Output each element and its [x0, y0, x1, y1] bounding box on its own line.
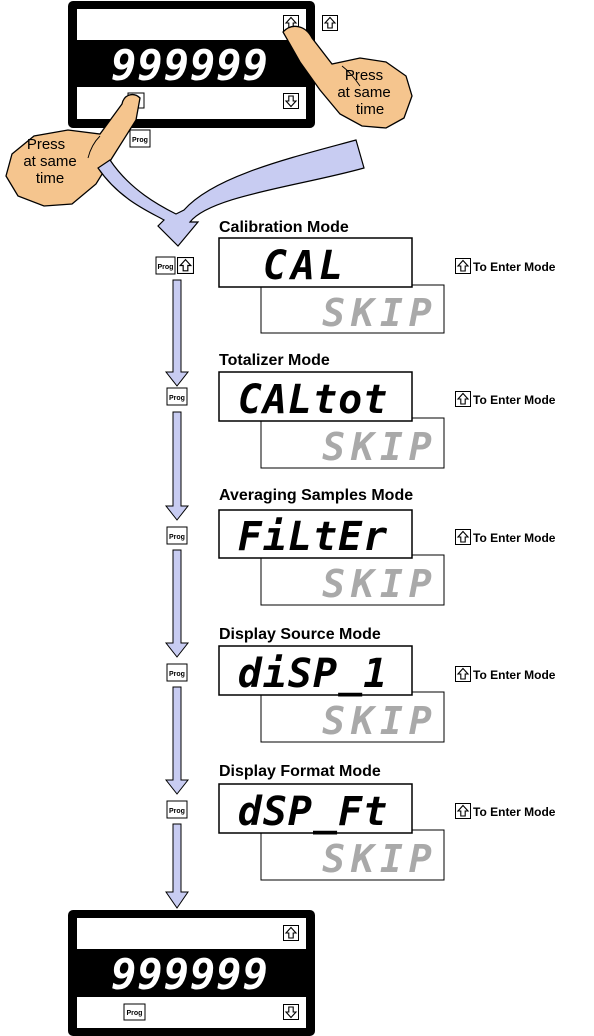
prog-key-step-1: Prog: [155, 256, 176, 275]
mode-totalizer: Totalizer Mode SKIP CALtot To Enter Mode: [218, 352, 556, 469]
prog-key-label: Prog: [169, 534, 185, 541]
mode-averaging-samples: Averaging Samples Mode SKIP FiLtEr To En…: [218, 487, 556, 606]
mode-title: Totalizer Mode: [219, 352, 330, 369]
prog-key-label: Prog: [132, 137, 148, 144]
mode-display-source: Display Source Mode SKIP diSP_1 To Enter…: [218, 626, 556, 743]
up-arrow-key-icon[interactable]: [283, 925, 299, 941]
press-text-right-1: Press: [345, 67, 383, 84]
down-flow-arrow-icon: [164, 549, 190, 658]
meter-bottom-strip: [77, 87, 306, 119]
prog-key-step-4: Prog: [166, 663, 188, 682]
down-arrow-key-icon[interactable]: [283, 93, 299, 109]
enter-mode-text: To Enter Mode: [473, 805, 556, 819]
prog-key-label: Prog: [158, 264, 174, 271]
down-flow-arrow-icon: [165, 823, 189, 909]
prog-key-step-2: Prog: [166, 387, 188, 406]
diagram: 999999 Prog Press at same time Press at …: [5, 1, 556, 1036]
prog-key-label: Prog: [169, 395, 185, 402]
prog-key-label: Prog: [169, 808, 185, 815]
meter-top-strip: [77, 9, 306, 40]
down-flow-arrow-icon: [164, 411, 190, 521]
up-arrow-icon: [455, 666, 471, 682]
mode-display-format: Display Format Mode SKIP dSP_Ft To Enter…: [218, 763, 556, 881]
meter-top-strip: [77, 918, 306, 949]
press-text-left-1: Press: [27, 136, 65, 153]
mode-title: Display Source Mode: [219, 626, 381, 643]
mode-display: diSP_1: [238, 651, 389, 697]
meter-display: 999999: [111, 41, 269, 90]
skip-display: SKIP: [322, 425, 438, 469]
up-arrow-icon: [455, 258, 471, 274]
prog-key-step-3: Prog: [166, 526, 188, 545]
meter-display: 999999: [111, 950, 269, 999]
skip-display: SKIP: [322, 562, 438, 606]
mode-display: CAL: [263, 243, 347, 289]
prog-key-label: Prog: [127, 1010, 143, 1017]
up-arrow-icon: [455, 391, 471, 407]
down-arrow-key-icon[interactable]: [283, 1004, 299, 1020]
mode-title: Averaging Samples Mode: [219, 487, 413, 504]
mode-display: dSP_Ft: [238, 789, 389, 835]
skip-display: SKIP: [322, 291, 438, 335]
up-arrow-icon: [455, 529, 471, 545]
press-text-left-2: at same: [23, 153, 76, 170]
bottom-meter: 999999 Prog: [68, 910, 315, 1036]
down-flow-arrow-icon: [164, 279, 190, 387]
enter-mode-text: To Enter Mode: [473, 668, 556, 682]
enter-mode-text: To Enter Mode: [473, 393, 556, 407]
prog-key-label: Prog: [169, 671, 185, 678]
flow-column: Prog Prog Prog Prog Prog: [155, 256, 194, 909]
press-text-left-3: time: [36, 170, 64, 187]
press-text-right-2: at same: [337, 84, 390, 101]
top-meter: 999999: [68, 1, 315, 128]
prog-key-outside-top: Prog: [129, 129, 151, 148]
mode-display: FiLtEr: [238, 514, 389, 560]
enter-mode-text: To Enter Mode: [473, 260, 556, 274]
mode-title: Calibration Mode: [219, 219, 349, 236]
prog-key[interactable]: Prog: [123, 1003, 146, 1021]
mode-display: CALtot: [238, 377, 389, 423]
prog-key-step-5: Prog: [166, 800, 188, 819]
skip-display: SKIP: [322, 837, 438, 881]
enter-mode-text: To Enter Mode: [473, 531, 556, 545]
skip-display: SKIP: [322, 699, 438, 743]
down-flow-arrow-icon: [164, 686, 190, 795]
mode-title: Display Format Mode: [219, 763, 381, 780]
press-text-right-3: time: [356, 101, 384, 118]
meter-bottom-strip: [77, 997, 306, 1028]
up-arrow-icon: [322, 15, 338, 31]
up-arrow-icon: [177, 257, 194, 274]
mode-calibration: Calibration Mode SKIP CAL To Enter Mode: [218, 219, 556, 335]
up-arrow-icon: [455, 803, 471, 819]
